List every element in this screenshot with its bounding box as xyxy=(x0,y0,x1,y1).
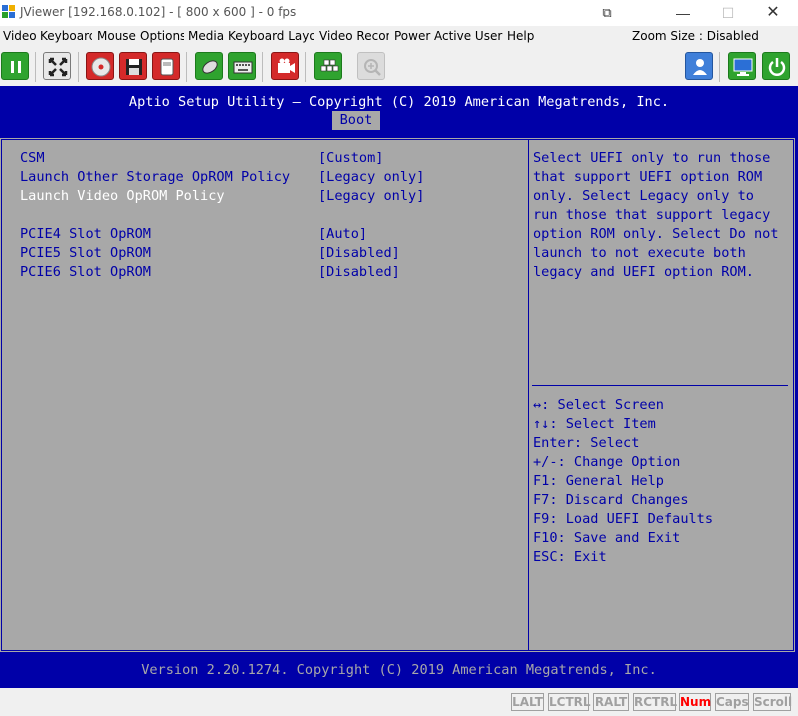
help-text-line: legacy and UEFI option ROM. xyxy=(533,264,754,280)
option-video-oprom-value[interactable]: [Legacy only] xyxy=(318,187,424,206)
key-hint-line: Enter: Select xyxy=(533,435,640,451)
caps-lock-indicator[interactable]: Caps xyxy=(715,693,749,711)
help-divider xyxy=(532,385,788,386)
help-text-line: only. Select Legacy only to xyxy=(533,188,754,204)
key-hint-line: F7: Discard Changes xyxy=(533,492,689,508)
floppy-icon[interactable] xyxy=(119,52,147,80)
user-icon[interactable] xyxy=(685,52,713,80)
option-pcie6-label[interactable]: PCIE6 Slot OpROM xyxy=(20,263,151,282)
help-text-line: launch to not execute both xyxy=(533,245,746,261)
key-hint-line: ↔: Select Screen xyxy=(533,397,664,413)
menu-keyboard-layout[interactable]: Keyboard Layout xyxy=(228,29,314,43)
menu-video-record[interactable]: Video Record xyxy=(319,29,389,43)
help-text-line: option ROM only. Select Do not xyxy=(533,226,779,242)
num-lock-indicator[interactable]: Num xyxy=(679,693,711,711)
option-pcie5-value[interactable]: [Disabled] xyxy=(318,244,400,263)
help-text-line: run those that support legacy xyxy=(533,207,771,223)
pause-icon[interactable] xyxy=(1,52,29,80)
toolbar-separator xyxy=(35,52,36,82)
menu-bar: Video Keyboard Mouse Options Media Keybo… xyxy=(0,26,798,48)
app-icon xyxy=(2,5,16,19)
option-storage-oprom-label[interactable]: Launch Other Storage OpROM Policy xyxy=(20,168,290,187)
option-csm-label[interactable]: CSM xyxy=(20,149,45,168)
restore-icon[interactable]: ⧉ xyxy=(584,0,630,26)
key-hint-line: +/-: Change Option xyxy=(533,454,681,470)
options-frame xyxy=(1,139,529,651)
menu-help[interactable]: Help xyxy=(507,29,537,43)
cd-media-icon[interactable] xyxy=(86,52,114,80)
option-video-oprom-label[interactable]: Launch Video OpROM Policy xyxy=(20,187,225,206)
toolbar-separator xyxy=(186,52,187,82)
video-record-icon[interactable] xyxy=(271,52,299,80)
key-hint-line: F9: Load UEFI Defaults xyxy=(533,511,714,527)
scroll-lock-indicator[interactable]: Scroll xyxy=(753,693,792,711)
help-text-line: Select UEFI only to run those xyxy=(533,150,771,166)
status-bar: LALT LCTRL RALT RCTRL Num Caps Scroll xyxy=(0,688,798,716)
zoom-size-label: Zoom Size : Disabled xyxy=(632,29,759,43)
option-csm-value[interactable]: [Custom] xyxy=(318,149,383,168)
title-bar: JViewer [192.168.0.102] - [ 800 x 600 ] … xyxy=(0,0,798,26)
tab-boot[interactable]: Boot xyxy=(332,111,380,130)
lctrl-indicator[interactable]: LCTRL xyxy=(548,693,591,711)
option-pcie4-value[interactable]: [Auto] xyxy=(318,225,367,244)
minimize-button[interactable]: — xyxy=(660,0,706,26)
close-button[interactable]: ✕ xyxy=(750,0,796,26)
toolbar-separator xyxy=(78,52,79,82)
window-title: JViewer [192.168.0.102] - [ 800 x 600 ] … xyxy=(20,5,297,19)
menu-power[interactable]: Power xyxy=(394,29,431,43)
mouse-icon[interactable] xyxy=(195,52,223,80)
maximize-button[interactable]: ☐ xyxy=(705,0,751,26)
bios-body: CSM [Custom] Launch Other Storage OpROM … xyxy=(0,138,795,652)
hotkeys-icon[interactable] xyxy=(314,52,342,80)
menu-mouse[interactable]: Mouse xyxy=(97,29,137,43)
toolbar-separator xyxy=(305,52,306,82)
monitor-icon[interactable] xyxy=(728,52,756,80)
ralt-indicator[interactable]: RALT xyxy=(593,693,629,711)
menu-active-user[interactable]: Active User xyxy=(434,29,504,43)
menu-keyboard[interactable]: Keyboard xyxy=(40,29,92,43)
option-pcie4-label[interactable]: PCIE4 Slot OpROM xyxy=(20,225,151,244)
toolbar-separator xyxy=(719,52,720,82)
help-text-line: that support UEFI option ROM xyxy=(533,169,763,185)
key-hint-line: ↑↓: Select Item xyxy=(533,416,656,432)
bios-footer: Version 2.20.1274. Copyright (C) 2019 Am… xyxy=(141,662,657,678)
zoom-icon[interactable] xyxy=(357,52,385,80)
key-hint-line: F1: General Help xyxy=(533,473,664,489)
key-hint-line: ESC: Exit xyxy=(533,549,607,565)
option-pcie5-label[interactable]: PCIE5 Slot OpROM xyxy=(20,244,151,263)
toolbar xyxy=(0,48,798,86)
bios-screen: Aptio Setup Utility – Copyright (C) 2019… xyxy=(0,86,798,688)
power-icon[interactable] xyxy=(762,52,790,80)
usb-drive-icon[interactable] xyxy=(152,52,180,80)
key-hint-line: F10: Save and Exit xyxy=(533,530,681,546)
menu-options[interactable]: Options xyxy=(140,29,184,43)
menu-video[interactable]: Video xyxy=(3,29,37,43)
fullscreen-icon[interactable] xyxy=(43,52,71,80)
menu-media[interactable]: Media xyxy=(188,29,224,43)
toolbar-separator xyxy=(262,52,263,82)
keyboard-icon[interactable] xyxy=(228,52,256,80)
bios-header: Aptio Setup Utility – Copyright (C) 2019… xyxy=(128,94,670,110)
rctrl-indicator[interactable]: RCTRL xyxy=(633,693,677,711)
option-pcie6-value[interactable]: [Disabled] xyxy=(318,263,400,282)
lalt-indicator[interactable]: LALT xyxy=(511,693,544,711)
option-storage-oprom-value[interactable]: [Legacy only] xyxy=(318,168,424,187)
